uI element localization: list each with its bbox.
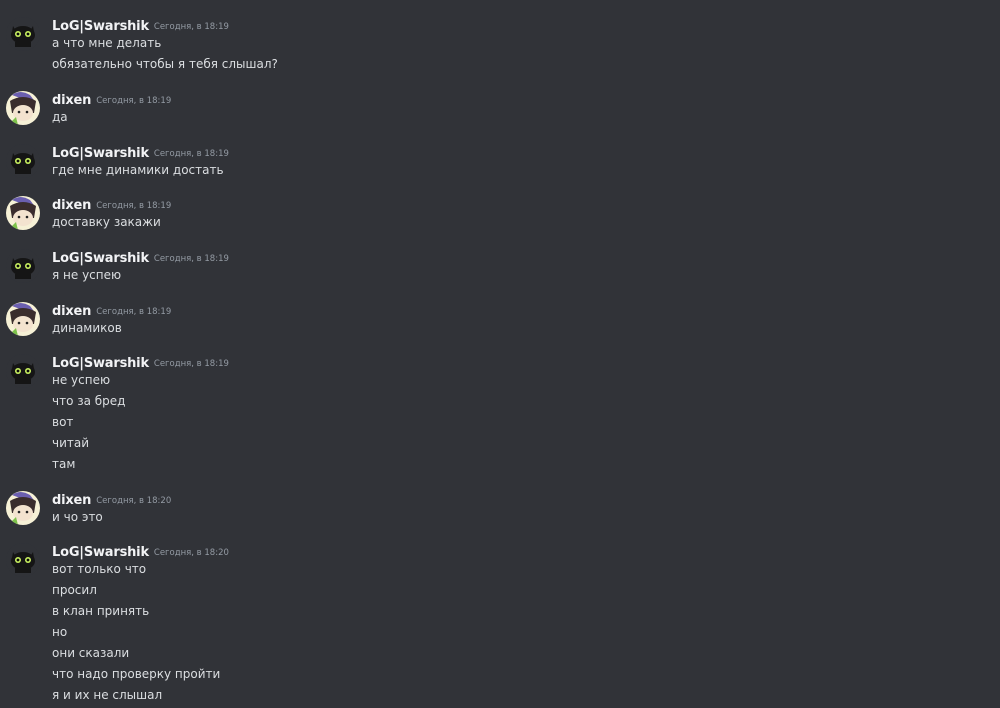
- black-cat-icon: [6, 17, 40, 51]
- timestamp: Сегодня, в 18:19: [96, 96, 172, 106]
- avatar[interactable]: [6, 354, 40, 388]
- anime-character-icon: [6, 91, 40, 125]
- avatar[interactable]: [6, 91, 40, 125]
- message-text: я и их не слышал: [52, 688, 163, 702]
- message-header: LoG|Swarshik Сегодня, в 18:19: [52, 352, 229, 371]
- author-name[interactable]: dixen: [52, 198, 91, 213]
- message-text: в клан принять: [52, 604, 150, 618]
- message-header: LoG|Swarshik Сегодня, в 18:19: [52, 247, 229, 266]
- message-text: динамиков: [52, 321, 122, 335]
- timestamp: Сегодня, в 18:20: [96, 496, 172, 506]
- author-name[interactable]: LoG|Swarshik: [52, 545, 149, 560]
- message-header: dixen Сегодня, в 18:20: [52, 489, 172, 508]
- author-name[interactable]: LoG|Swarshik: [52, 19, 149, 34]
- timestamp: Сегодня, в 18:19: [96, 307, 172, 317]
- avatar[interactable]: [6, 17, 40, 51]
- message-text: они сказали: [52, 646, 130, 660]
- author-name[interactable]: LoG|Swarshik: [52, 251, 149, 266]
- message-header: dixen Сегодня, в 18:19: [52, 89, 172, 108]
- message-text: вот: [52, 415, 74, 429]
- message-text: что за бред: [52, 394, 126, 408]
- message-text: вот только что: [52, 562, 147, 576]
- message-text: там: [52, 457, 76, 471]
- message-text: и чо это: [52, 510, 103, 524]
- avatar[interactable]: [6, 196, 40, 230]
- message-header: dixen Сегодня, в 18:19: [52, 300, 172, 319]
- message-text: но: [52, 625, 68, 639]
- anime-character-icon: [6, 196, 40, 230]
- black-cat-icon: [6, 354, 40, 388]
- avatar[interactable]: [6, 144, 40, 178]
- author-name[interactable]: LoG|Swarshik: [52, 356, 149, 371]
- message-text: где мне динамики достать: [52, 163, 224, 177]
- timestamp: Сегодня, в 18:20: [153, 548, 229, 558]
- message-text: я не успею: [52, 268, 122, 282]
- message-header: LoG|Swarshik Сегодня, в 18:20: [52, 541, 229, 560]
- timestamp: Сегодня, в 18:19: [153, 254, 229, 264]
- author-name[interactable]: LoG|Swarshik: [52, 146, 149, 161]
- author-name[interactable]: dixen: [52, 93, 91, 108]
- timestamp: Сегодня, в 18:19: [96, 201, 172, 211]
- message-text: что надо проверку пройти: [52, 667, 221, 681]
- chat-message-list: LoG|Swarshik Сегодня, в 18:19 а что мне д…: [0, 0, 1000, 708]
- avatar[interactable]: [6, 302, 40, 336]
- black-cat-icon: [6, 543, 40, 577]
- black-cat-icon: [6, 144, 40, 178]
- author-name[interactable]: dixen: [52, 493, 91, 508]
- message-text: обязательно чтобы я тебя слышал?: [52, 57, 278, 71]
- message-header: dixen Сегодня, в 18:19: [52, 194, 172, 213]
- avatar[interactable]: [6, 491, 40, 525]
- message-text: да: [52, 110, 68, 124]
- author-name[interactable]: dixen: [52, 304, 91, 319]
- timestamp: Сегодня, в 18:19: [153, 359, 229, 369]
- message-text: доставку закажи: [52, 215, 161, 229]
- message-text: читай: [52, 436, 90, 450]
- message-text: не успею: [52, 373, 111, 387]
- anime-character-icon: [6, 302, 40, 336]
- black-cat-icon: [6, 249, 40, 283]
- message-header: LoG|Swarshik Сегодня, в 18:19: [52, 15, 229, 34]
- message-text: а что мне делать: [52, 36, 162, 50]
- anime-character-icon: [6, 491, 40, 525]
- timestamp: Сегодня, в 18:19: [153, 149, 229, 159]
- message-text: просил: [52, 583, 97, 597]
- message-header: LoG|Swarshik Сегодня, в 18:19: [52, 142, 229, 161]
- avatar[interactable]: [6, 249, 40, 283]
- timestamp: Сегодня, в 18:19: [153, 22, 229, 32]
- avatar[interactable]: [6, 543, 40, 577]
